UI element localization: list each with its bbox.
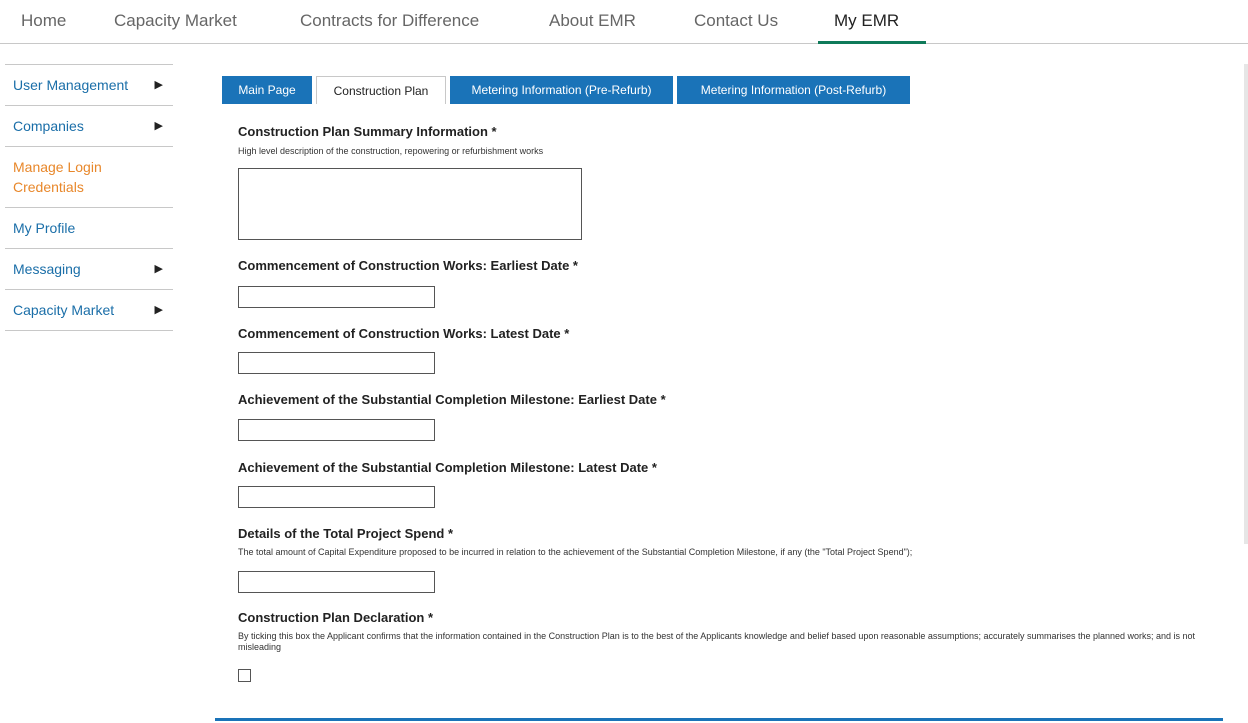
sidebar: User Management ▶ Companies ▶ Manage Log… <box>5 64 173 331</box>
tab-construction-plan[interactable]: Construction Plan <box>316 76 446 104</box>
nav-about-emr[interactable]: About EMR <box>533 0 652 44</box>
total-project-spend-help-text: The total amount of Capital Expenditure … <box>238 547 913 557</box>
sidebar-item-capacity-market[interactable]: Capacity Market ▶ <box>5 290 173 331</box>
sidebar-item-label: Messaging <box>13 261 81 277</box>
nav-my-emr[interactable]: My EMR <box>818 0 926 44</box>
commence-latest-date-input[interactable] <box>238 352 435 374</box>
total-project-spend-label: Details of the Total Project Spend * <box>238 526 454 541</box>
tab-main-page[interactable]: Main Page <box>222 76 312 104</box>
nav-contracts-for-difference[interactable]: Contracts for Difference <box>284 0 495 44</box>
triangle-right-icon: ▶ <box>154 304 163 316</box>
milestone-latest-label: Achievement of the Substantial Completio… <box>238 460 657 475</box>
declaration-label: Construction Plan Declaration * <box>238 610 434 625</box>
summary-label: Construction Plan Summary Information * <box>238 124 497 139</box>
commence-earliest-date-input[interactable] <box>238 286 435 308</box>
total-project-spend-input[interactable] <box>238 571 435 593</box>
triangle-right-icon: ▶ <box>154 79 163 91</box>
tab-metering-post-refurb[interactable]: Metering Information (Post-Refurb) <box>677 76 910 104</box>
sidebar-item-messaging[interactable]: Messaging ▶ <box>5 249 173 290</box>
tab-metering-pre-refurb[interactable]: Metering Information (Pre-Refurb) <box>450 76 673 104</box>
nav-home[interactable]: Home <box>5 0 82 44</box>
triangle-right-icon: ▶ <box>154 120 163 132</box>
milestone-latest-date-input[interactable] <box>238 486 435 508</box>
sidebar-item-label: Manage Login Credentials <box>13 159 102 195</box>
sidebar-item-label: Capacity Market <box>13 302 115 318</box>
nav-capacity-market[interactable]: Capacity Market <box>98 0 253 44</box>
milestone-earliest-date-input[interactable] <box>238 419 435 441</box>
sidebar-item-manage-login-credentials[interactable]: Manage Login Credentials <box>5 147 125 207</box>
declaration-checkbox[interactable] <box>238 669 251 682</box>
sidebar-item-user-management[interactable]: User Management ▶ <box>5 64 173 106</box>
sidebar-item-label: My Profile <box>13 220 76 236</box>
page-scrollbar[interactable] <box>1244 64 1248 544</box>
sidebar-item-my-profile[interactable]: My Profile <box>5 208 173 249</box>
top-navigation: Home Capacity Market Contracts for Diffe… <box>0 0 1248 44</box>
commence-latest-label: Commencement of Construction Works: Late… <box>238 326 570 341</box>
milestone-earliest-label: Achievement of the Substantial Completio… <box>238 392 666 407</box>
section-divider <box>215 718 1223 721</box>
declaration-help-text: By ticking this box the Applicant confir… <box>238 631 1196 652</box>
sidebar-item-label: Companies <box>13 118 84 134</box>
nav-contact-us[interactable]: Contact Us <box>678 0 794 44</box>
commence-earliest-label: Commencement of Construction Works: Earl… <box>238 258 578 273</box>
summary-help-text: High level description of the constructi… <box>238 146 544 156</box>
sidebar-item-companies[interactable]: Companies ▶ <box>5 106 173 147</box>
sidebar-item-label: User Management <box>13 77 129 93</box>
triangle-right-icon: ▶ <box>154 263 163 275</box>
summary-textarea[interactable] <box>238 168 582 240</box>
